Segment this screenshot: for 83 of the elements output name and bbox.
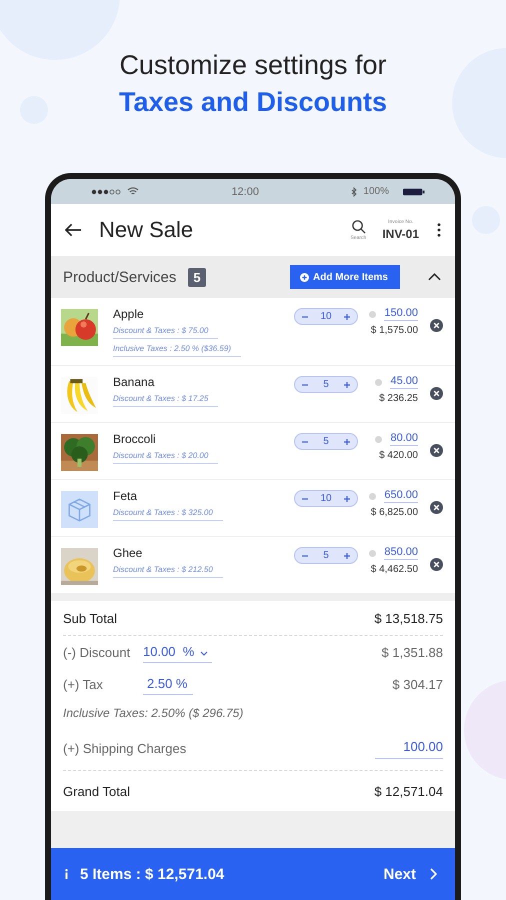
next-button[interactable]: Next <box>383 866 437 882</box>
invoice-number: INV-01 <box>382 227 419 241</box>
collapse-chevron-icon[interactable] <box>428 273 441 281</box>
discount-label: (-) Discount <box>63 644 132 660</box>
status-dot <box>375 436 382 442</box>
tax-amount: $ 304.17 <box>392 676 443 692</box>
quantity-value: 10 <box>320 311 332 322</box>
quantity-stepper[interactable]: 10 <box>294 308 358 325</box>
screen-title: New Sale <box>99 217 194 243</box>
tax-label: (+) Tax <box>63 676 104 692</box>
line-total: $ 1,575.00 <box>370 325 418 336</box>
plus-icon[interactable] <box>343 438 351 446</box>
status-dot <box>369 550 376 556</box>
product-name: Broccoli <box>113 432 156 446</box>
product-name: Apple <box>113 307 144 321</box>
line-total: $ 236.25 <box>379 393 418 404</box>
headline-text: Customize settings for <box>119 49 387 82</box>
headline-highlight: Taxes and Discounts <box>118 86 388 119</box>
back-arrow-icon[interactable] <box>65 223 82 237</box>
inclusive-tax-note: Inclusive Taxes: 2.50% ($ 296.75) <box>63 706 244 720</box>
price-field[interactable]: 45.00 <box>390 375 418 389</box>
discount-link[interactable]: Discount & Taxes : $ 75.00 <box>113 326 218 339</box>
add-items-button[interactable]: Add More Items <box>290 265 400 289</box>
plus-circle-icon <box>300 272 309 282</box>
line-total: $ 4,462.50 <box>370 564 418 575</box>
status-dot <box>369 310 376 318</box>
tax-rate-field[interactable]: 2.50 % <box>143 674 194 694</box>
quantity-value: 5 <box>323 379 329 390</box>
status-dot <box>375 378 382 386</box>
price-field[interactable]: 150.00 <box>384 307 418 321</box>
quantity-value: 10 <box>320 493 332 504</box>
battery-icon <box>402 188 425 196</box>
product-name: Ghee <box>113 546 142 560</box>
discount-link[interactable]: Discount & Taxes : $ 325.00 <box>113 508 223 521</box>
subtotal-value: $ 13,518.75 <box>374 610 443 626</box>
product-name: Banana <box>113 375 154 389</box>
info-icon[interactable] <box>65 869 68 879</box>
quantity-stepper[interactable]: 10 <box>294 490 358 507</box>
remove-icon[interactable] <box>430 501 443 514</box>
status-dot <box>369 492 376 500</box>
wifi-icon <box>127 187 139 196</box>
subtotal-label: Sub Total <box>63 610 117 626</box>
signal-icon <box>91 188 121 194</box>
status-time: 12:00 <box>231 186 259 198</box>
remove-icon[interactable] <box>430 319 443 332</box>
price-field[interactable]: 80.00 <box>390 432 418 446</box>
discount-rate-field[interactable]: 10.00 % <box>143 642 212 662</box>
chevron-right-icon <box>430 868 437 880</box>
search-icon <box>350 219 366 234</box>
quantity-stepper[interactable]: 5 <box>294 376 358 393</box>
product-name: Feta <box>113 489 138 503</box>
quantity-value: 5 <box>323 436 329 447</box>
bluetooth-icon <box>351 186 358 196</box>
discount-amount: $ 1,351.88 <box>382 644 443 660</box>
section-title: Product/Services <box>63 268 176 286</box>
plus-icon[interactable] <box>343 312 351 320</box>
grand-total-label: Grand Total <box>63 784 130 798</box>
price-field[interactable]: 850.00 <box>384 546 418 560</box>
plus-icon[interactable] <box>343 552 351 560</box>
discount-link[interactable]: Discount & Taxes : $ 17.25 <box>113 394 218 407</box>
grand-total-value: $ 12,571.04 <box>374 784 443 798</box>
box-placeholder-icon <box>61 491 98 528</box>
shipping-label: (+) Shipping Charges <box>63 740 186 756</box>
quantity-stepper[interactable]: 5 <box>294 433 358 450</box>
order-summary: 5 Items : $ 12,571.04 <box>80 866 224 882</box>
quantity-stepper[interactable]: 5 <box>294 547 358 564</box>
more-icon[interactable] <box>437 223 441 237</box>
remove-icon[interactable] <box>430 558 443 571</box>
dropdown-caret-icon <box>200 650 208 656</box>
remove-icon[interactable] <box>430 387 443 400</box>
price-field[interactable]: 650.00 <box>384 489 418 503</box>
plus-icon[interactable] <box>343 380 351 388</box>
discount-link[interactable]: Discount & Taxes : $ 20.00 <box>113 451 218 464</box>
line-total: $ 420.00 <box>379 450 418 461</box>
discount-link[interactable]: Discount & Taxes : $ 212.50 <box>113 565 223 578</box>
quantity-value: 5 <box>323 550 329 561</box>
shipping-field[interactable]: 100.00 <box>375 737 443 759</box>
remove-icon[interactable] <box>430 444 443 457</box>
battery-percent: 100% <box>363 186 389 197</box>
line-total: $ 6,825.00 <box>370 507 418 518</box>
plus-icon[interactable] <box>343 494 351 502</box>
discount-link[interactable]: Inclusive Taxes : 2.50 % ($36.59) <box>113 344 241 357</box>
count-badge: 5 <box>188 268 206 286</box>
